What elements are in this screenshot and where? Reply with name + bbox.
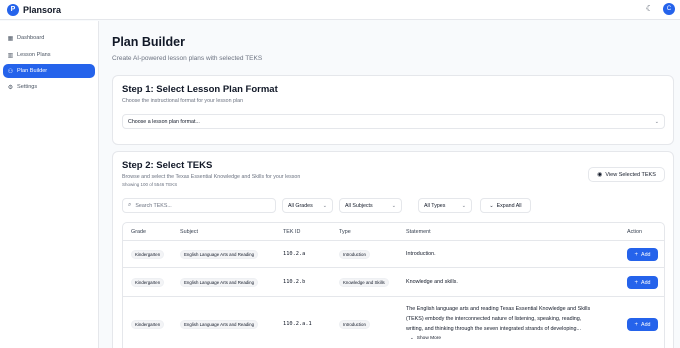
add-button[interactable]: + Add <box>627 318 658 331</box>
table-row: Kindergarten English Language Arts and R… <box>123 298 664 348</box>
teks-table: Grade Subject TEK ID Type Statement Acti… <box>122 222 665 348</box>
sidebar-item-label: Settings <box>17 84 38 90</box>
grade-badge: Kindergarten <box>131 320 165 329</box>
step1-description: Choose the instructional format for your… <box>122 98 244 104</box>
chevron-down-icon: ⌄ <box>410 335 414 340</box>
step2-card: Step 2: Select TEKS Browse and select th… <box>112 151 674 348</box>
subjects-filter-value: All Subjects <box>345 202 373 209</box>
plus-icon: + <box>634 251 639 258</box>
column-header-action: Action <box>627 229 642 235</box>
grade-badge: Kindergarten <box>131 250 165 259</box>
grade-badge: Kindergarten <box>131 278 165 287</box>
grades-filter[interactable]: All Grades ⌄ <box>282 198 333 213</box>
show-more-link[interactable]: ⌄ Show More <box>410 335 441 341</box>
types-filter[interactable]: All Types ⌄ <box>418 198 472 213</box>
sidebar-item-label: Dashboard <box>17 35 45 41</box>
column-header-tek-id[interactable]: TEK ID <box>283 229 300 235</box>
subject-badge: English Language Arts and Reading <box>180 320 259 329</box>
teks-count: Showing 100 of 5546 TEKS <box>122 182 178 187</box>
plus-icon: + <box>634 279 639 286</box>
add-button[interactable]: + Add <box>627 276 658 289</box>
tek-id: 110.2.a.1 <box>283 321 312 327</box>
top-bar: P Plansora ☾ C <box>0 0 680 20</box>
column-header-type[interactable]: Type <box>339 229 351 235</box>
statement-line: writing, and thinking through the seven … <box>406 326 582 332</box>
column-header-grade[interactable]: Grade <box>131 229 146 235</box>
table-row: Kindergarten English Language Arts and R… <box>123 269 664 297</box>
page-subtitle: Create AI-powered lesson plans with sele… <box>112 55 263 62</box>
app-name: Plansora <box>23 4 62 15</box>
sidebar-item-dashboard[interactable]: ▦ Dashboard <box>3 31 95 45</box>
tek-id: 110.2.a <box>283 251 306 257</box>
statement-line: The English language arts and reading Te… <box>406 306 591 312</box>
logo[interactable]: P Plansora <box>7 3 62 16</box>
main-content: Plan Builder Create AI-powered lesson pl… <box>100 21 680 348</box>
expand-all-button[interactable]: ⌄ Expand All <box>480 198 531 213</box>
chevron-down-icon: ⌄ <box>489 202 494 209</box>
sidebar-item-label: Plan Builder <box>17 68 48 74</box>
view-selected-label: View Selected TEKS <box>605 171 656 178</box>
statement-line: (TEKS) embody the interconnected nature … <box>406 316 582 322</box>
search-icon: ⌕ <box>128 202 132 208</box>
expand-all-label: Expand All <box>496 202 522 209</box>
statement-text: The English language arts and reading Te… <box>406 304 590 334</box>
type-badge: Introduction <box>339 320 370 329</box>
book-icon: ▥ <box>7 52 14 59</box>
eye-icon: ◉ <box>597 172 603 178</box>
page-title: Plan Builder <box>112 35 185 49</box>
user-icon: ⚇ <box>7 68 14 75</box>
table-row: Kindergarten English Language Arts and R… <box>123 241 664 268</box>
step2-description: Browse and select the Texas Essential Kn… <box>122 174 301 180</box>
sidebar-item-label: Lesson Plans <box>17 52 51 58</box>
search-placeholder: Search TEKS... <box>135 202 172 209</box>
statement-text: Introduction. <box>406 251 436 257</box>
search-input[interactable]: ⌕ Search TEKS... <box>122 198 276 213</box>
moon-icon[interactable]: ☾ <box>645 4 654 13</box>
column-header-statement[interactable]: Statement <box>406 229 431 235</box>
grid-icon: ▦ <box>7 35 14 42</box>
grades-filter-value: All Grades <box>288 202 313 209</box>
add-label: Add <box>641 279 651 286</box>
chevron-down-icon: ⌄ <box>654 118 659 125</box>
subjects-filter[interactable]: All Subjects ⌄ <box>339 198 402 213</box>
type-badge: Introduction <box>339 250 370 259</box>
step2-title: Step 2: Select TEKS <box>122 160 213 171</box>
chevron-down-icon: ⌄ <box>461 202 466 209</box>
type-badge: Knowledge and Skills <box>339 278 389 287</box>
add-label: Add <box>641 321 651 328</box>
avatar[interactable]: C <box>663 3 675 15</box>
subject-badge: English Language Arts and Reading <box>180 250 259 259</box>
show-more-label: Show More <box>416 335 442 341</box>
add-label: Add <box>641 251 651 258</box>
sidebar-item-lesson-plans[interactable]: ▥ Lesson Plans <box>3 48 95 62</box>
statement-text: Knowledge and skills. <box>406 279 458 285</box>
sidebar-item-settings[interactable]: ⚙ Settings <box>3 80 95 94</box>
chevron-down-icon: ⌄ <box>322 202 327 209</box>
step1-card: Step 1: Select Lesson Plan Format Choose… <box>112 75 674 145</box>
sidebar-item-plan-builder[interactable]: ⚇ Plan Builder <box>3 64 95 78</box>
gear-icon: ⚙ <box>7 84 14 91</box>
types-filter-value: All Types <box>424 202 446 209</box>
chevron-down-icon: ⌄ <box>391 202 396 209</box>
logo-mark: P <box>7 3 19 16</box>
plus-icon: + <box>634 321 639 328</box>
step1-title: Step 1: Select Lesson Plan Format <box>122 84 278 95</box>
view-selected-button[interactable]: ◉ View Selected TEKS <box>588 167 665 182</box>
format-select-value: Choose a lesson plan format... <box>128 118 200 125</box>
add-button[interactable]: + Add <box>627 248 658 261</box>
column-header-subject[interactable]: Subject <box>180 229 198 235</box>
tek-id: 110.2.b <box>283 279 306 285</box>
subject-badge: English Language Arts and Reading <box>180 278 259 287</box>
format-select[interactable]: Choose a lesson plan format... ⌄ <box>122 114 665 129</box>
table-header: Grade Subject TEK ID Type Statement Acti… <box>123 223 664 241</box>
sidebar: ▦ Dashboard ▥ Lesson Plans ⚇ Plan Builde… <box>0 21 99 348</box>
